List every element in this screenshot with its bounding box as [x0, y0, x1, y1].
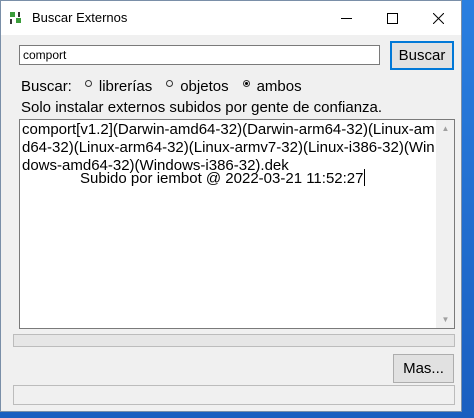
- search-button[interactable]: Buscar: [390, 41, 454, 70]
- status-bar: [13, 385, 455, 405]
- more-button[interactable]: Mas...: [393, 354, 454, 383]
- close-button[interactable]: [415, 1, 461, 35]
- search-input[interactable]: comport: [19, 45, 380, 65]
- results-list[interactable]: comport[v1.2](Darwin-amd64-32)(Darwin-ar…: [19, 119, 455, 329]
- result-entry[interactable]: comport[v1.2](Darwin-amd64-32)(Darwin-ar…: [22, 121, 437, 175]
- radio-icon: [166, 79, 174, 87]
- buscar-externos-window: Buscar Externos comport Buscar Buscar: l…: [0, 0, 462, 412]
- radio-checked-icon: [242, 79, 250, 87]
- title-bar[interactable]: Buscar Externos: [1, 1, 461, 35]
- text-caret: [364, 169, 366, 186]
- close-icon: [432, 12, 444, 24]
- maximize-icon: [386, 12, 398, 24]
- result-uploader: Subido por iembot @ 2022-03-21 11:52:27: [80, 169, 366, 187]
- minimize-icon: [340, 17, 352, 19]
- radio-objetos[interactable]: objetos: [166, 77, 229, 95]
- scroll-down-arrow-icon[interactable]: ▼: [437, 311, 454, 328]
- maximize-button[interactable]: [369, 1, 415, 35]
- filter-row: Buscar: librerías objetos ambos: [21, 76, 316, 96]
- radio-librerias[interactable]: librerías: [84, 77, 153, 95]
- scroll-up-arrow-icon[interactable]: ▲: [437, 120, 454, 137]
- window-title: Buscar Externos: [32, 10, 128, 25]
- uploader-text: Subido por iembot @ 2022-03-21 11:52:27: [80, 170, 364, 187]
- radio-label: objetos: [180, 77, 229, 95]
- radio-label: librerías: [98, 77, 153, 95]
- result-entry-name[interactable]: comport[v1.2](Darwin-amd64-32)(Darwin-ar…: [22, 121, 435, 174]
- radio-label: ambos: [256, 77, 302, 95]
- vertical-scrollbar[interactable]: ▲ ▼: [436, 120, 454, 328]
- radio-icon: [84, 79, 92, 87]
- app-icon: [10, 12, 21, 24]
- trust-notice: Solo instalar externos subidos por gente…: [21, 99, 383, 116]
- filter-label: Buscar:: [21, 77, 72, 95]
- minimize-button[interactable]: [323, 1, 369, 35]
- progress-bar: [13, 334, 455, 347]
- radio-ambos[interactable]: ambos: [242, 77, 302, 95]
